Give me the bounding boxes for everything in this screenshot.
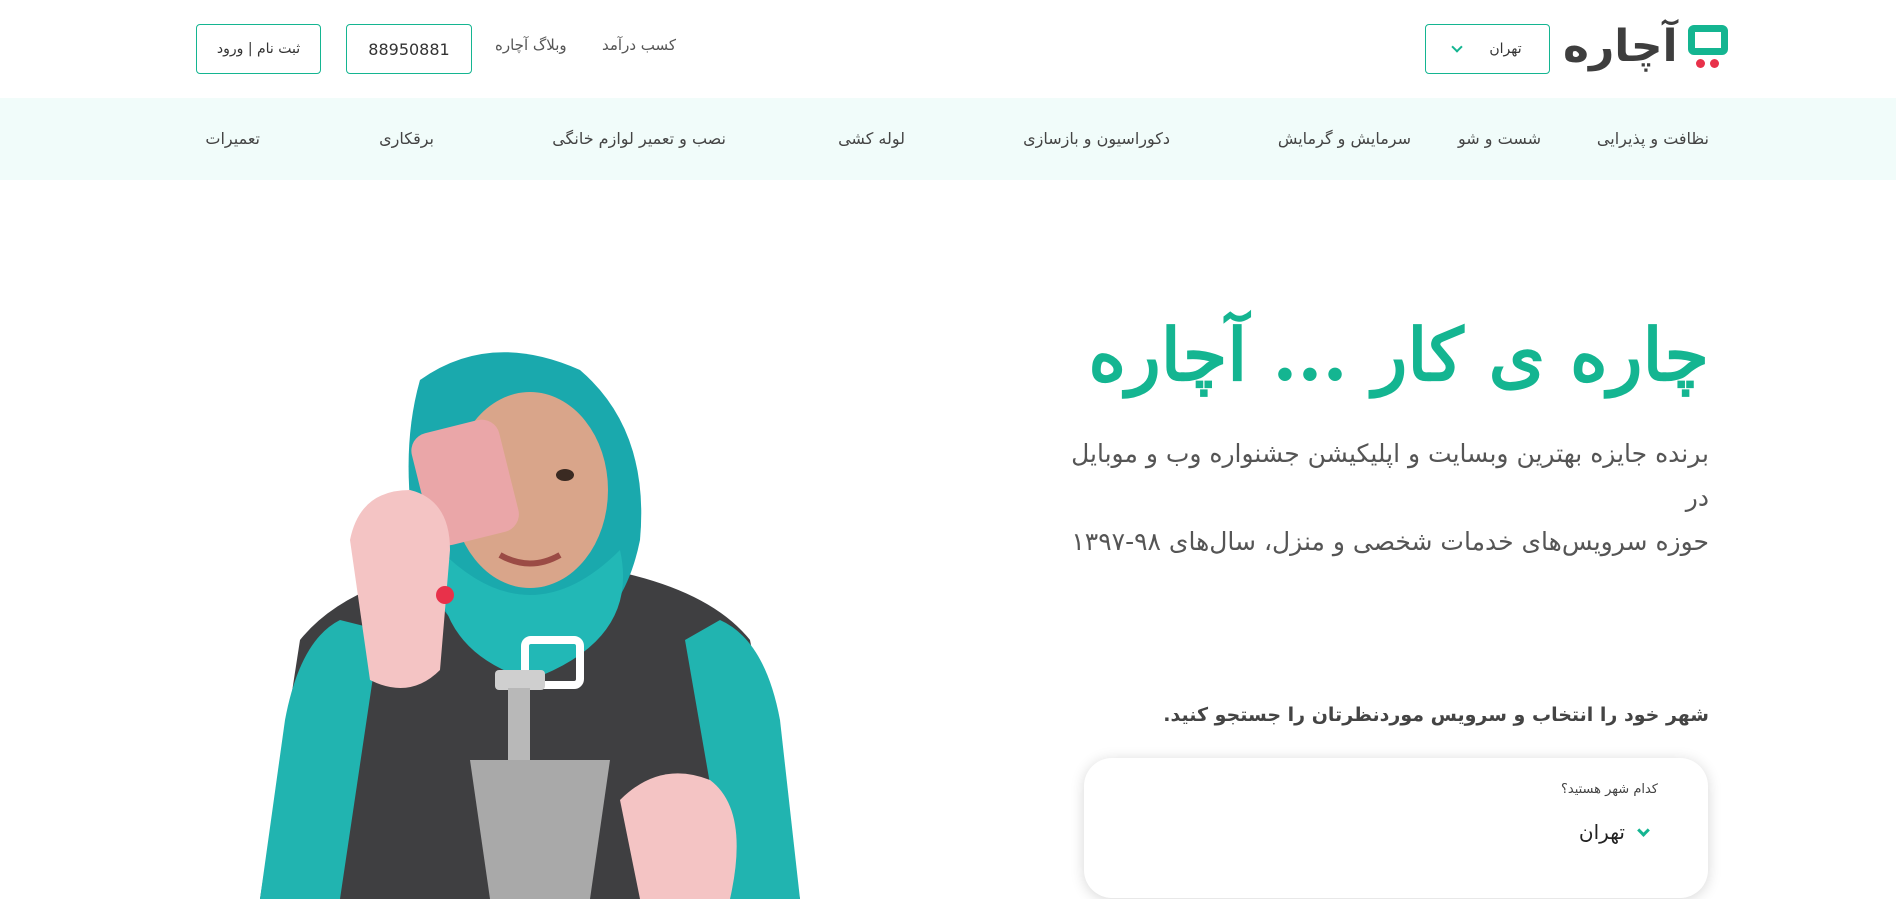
earn-link[interactable]: کسب درآمد <box>602 36 676 54</box>
chevron-down-icon <box>1637 823 1650 837</box>
city-search-card: کدام شهر هستید؟ تهران <box>1084 758 1708 898</box>
search-label: شهر خود را انتخاب و سرویس موردنظرتان را … <box>1163 704 1709 726</box>
logo-text: آچاره <box>1563 21 1679 72</box>
blog-link[interactable]: وبلاگ آچاره <box>495 36 567 54</box>
page: آچاره تهران کسب درآمد وبلاگ آچاره 889508… <box>0 0 1896 899</box>
category-decoration[interactable]: دکوراسیون و بازسازی <box>1023 129 1170 148</box>
top-header: آچاره تهران کسب درآمد وبلاگ آچاره 889508… <box>0 0 1896 98</box>
hero-title: چاره ی کار ... آچاره <box>1088 312 1709 397</box>
login-button[interactable]: ثبت نام | ورود <box>196 24 321 74</box>
city-dropdown[interactable]: تهران <box>1578 820 1650 844</box>
hero-subtitle-line-2: حوزه سرویس‌های خدمات شخصی و منزل، سال‌ها… <box>1071 527 1709 556</box>
phone-button[interactable]: 88950881 <box>346 24 472 74</box>
hero-subtitle: برنده جایزه بهترین وبسایت و اپلیکیشن جشن… <box>1069 432 1709 564</box>
chevron-down-icon <box>1451 41 1464 53</box>
hero-subtitle-line-1: برنده جایزه بهترین وبسایت و اپلیکیشن جشن… <box>1071 439 1709 512</box>
logo[interactable]: آچاره <box>1563 21 1728 72</box>
city-select-value: تهران <box>1489 41 1522 57</box>
category-hvac[interactable]: سرمایش و گرمایش <box>1278 129 1411 148</box>
city-dropdown-value: تهران <box>1578 820 1625 844</box>
city-select[interactable]: تهران <box>1425 24 1550 74</box>
category-cleaning[interactable]: نظافت و پذیرایی <box>1597 129 1709 148</box>
category-plumbing[interactable]: لوله کشی <box>838 129 905 148</box>
category-washing[interactable]: شست و شو <box>1458 129 1541 148</box>
category-nav: نظافت و پذیرایی شست و شو سرمایش و گرمایش… <box>0 98 1896 180</box>
hero-illustration <box>260 352 800 899</box>
achareh-logo-icon <box>1686 23 1728 71</box>
category-appliances[interactable]: نصب و تعمیر لوازم خانگی <box>552 129 726 148</box>
category-repairs[interactable]: تعمیرات <box>205 129 260 148</box>
category-electrical[interactable]: برقکاری <box>379 129 434 148</box>
city-question-label: کدام شهر هستید؟ <box>1560 782 1658 797</box>
